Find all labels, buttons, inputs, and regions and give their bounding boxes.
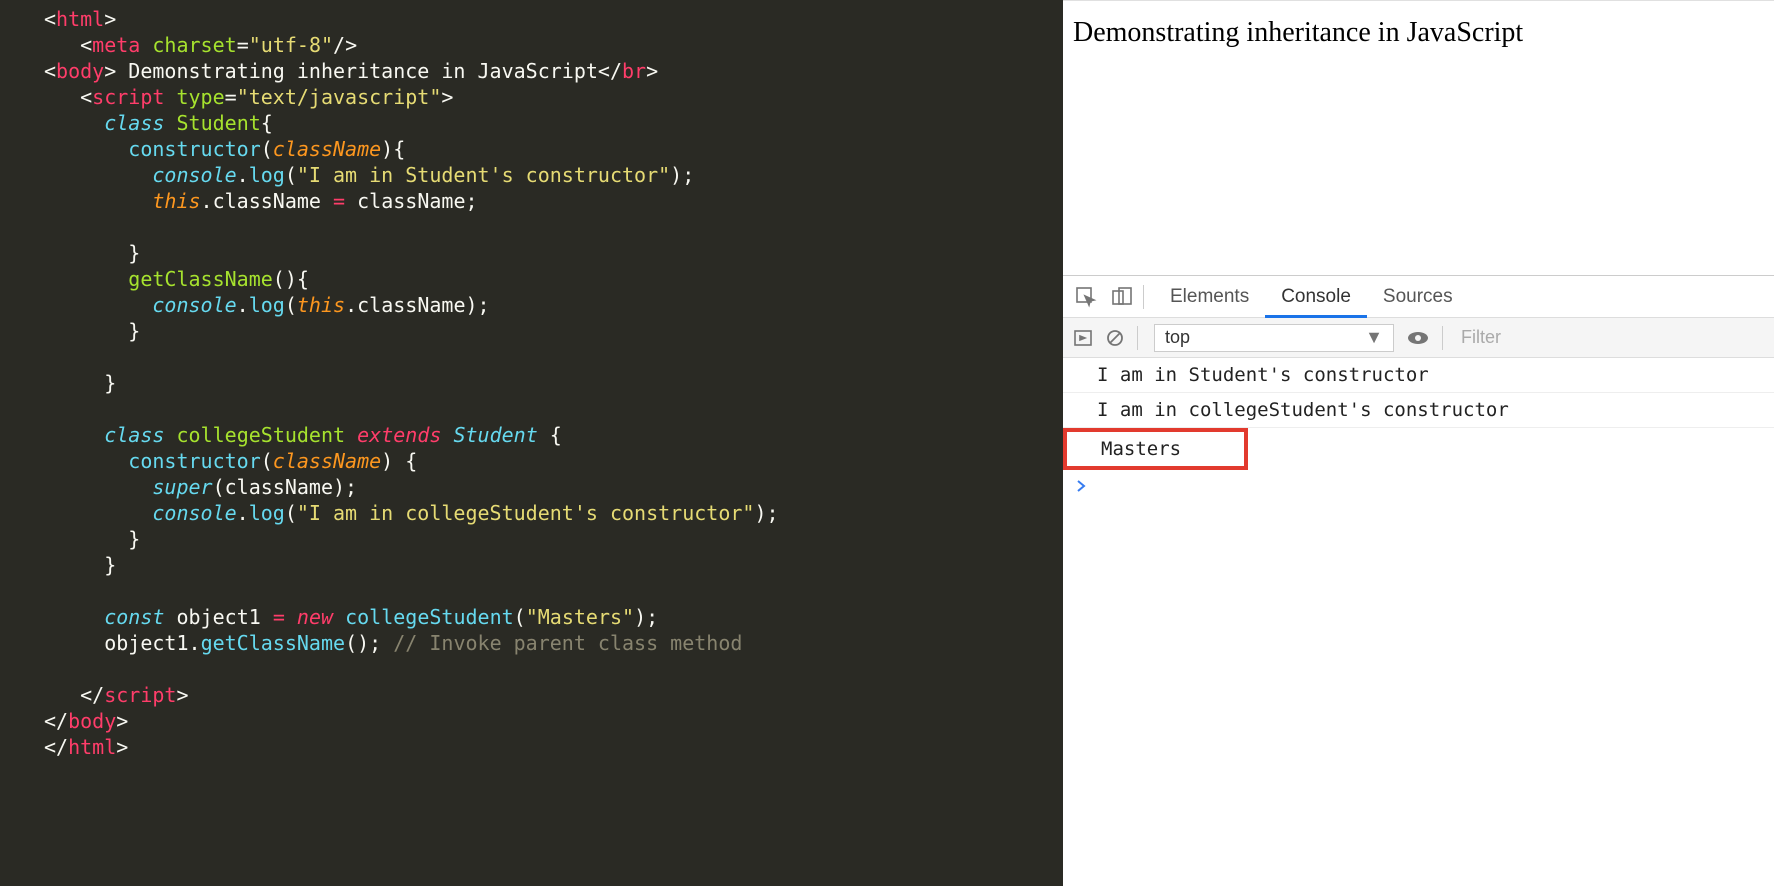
- devtools: Elements Console Sources top ▼ Filter I …: [1063, 275, 1774, 886]
- console-toolbar: top ▼ Filter: [1063, 318, 1774, 358]
- devtools-tabs: Elements Console Sources: [1063, 276, 1774, 318]
- code-editor[interactable]: <html> <meta charset="utf-8"/> <body> De…: [0, 0, 1063, 886]
- console-message: I am in collegeStudent's constructor: [1063, 393, 1774, 428]
- inspect-icon[interactable]: [1075, 286, 1097, 308]
- sidebar-toggle-icon[interactable]: [1073, 328, 1093, 348]
- tag-body: body: [56, 59, 104, 83]
- tag-html: html: [56, 7, 104, 31]
- console-messages: I am in Student's constructor I am in co…: [1063, 358, 1774, 503]
- chevron-down-icon: ▼: [1365, 327, 1383, 348]
- tab-console[interactable]: Console: [1265, 276, 1367, 318]
- tab-elements[interactable]: Elements: [1154, 276, 1265, 318]
- page-content: Demonstrating inheritance in JavaScript: [1063, 1, 1774, 275]
- console-message: I am in Student's constructor: [1063, 358, 1774, 393]
- console-message-highlighted: Masters: [1063, 428, 1248, 470]
- eye-icon[interactable]: [1406, 328, 1430, 348]
- browser-pane: Demonstrating inheritance in JavaScript …: [1063, 0, 1774, 886]
- page-text: Demonstrating inheritance in JavaScript: [1073, 17, 1523, 48]
- console-prompt[interactable]: [1063, 470, 1774, 503]
- tag-meta: meta: [92, 33, 140, 57]
- context-selector[interactable]: top ▼: [1154, 324, 1394, 352]
- tag-script: script: [92, 85, 164, 109]
- filter-input[interactable]: Filter: [1461, 327, 1774, 348]
- clear-console-icon[interactable]: [1105, 328, 1125, 348]
- tab-sources[interactable]: Sources: [1367, 276, 1469, 318]
- device-toggle-icon[interactable]: [1111, 286, 1133, 308]
